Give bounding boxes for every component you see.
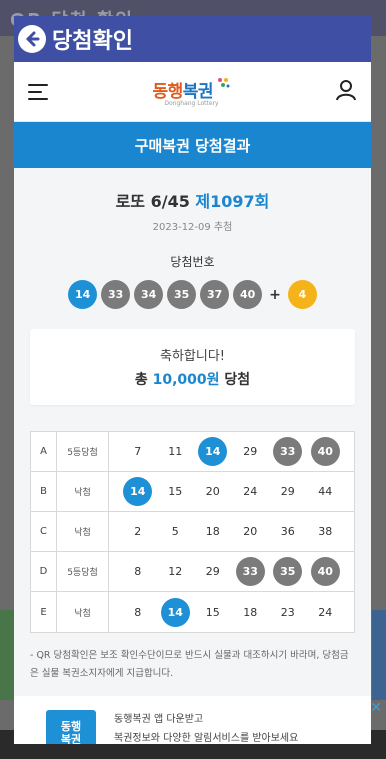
app-banner-line2: 복권정보와 다양한 알림서비스를 받아보세요: [114, 733, 299, 744]
menu-icon[interactable]: [28, 83, 48, 100]
winning-ball: 33: [101, 280, 131, 309]
background-ad-left: [0, 610, 14, 700]
app-icon-text-a: 동행: [60, 720, 82, 733]
app-icon-text-b: 복권: [60, 733, 82, 744]
ticket-number: 20: [205, 485, 220, 498]
ticket-number: 15: [205, 605, 220, 619]
ticket-number: 18: [205, 525, 220, 538]
ticket-number: 44: [318, 485, 333, 498]
winning-ball: 40: [233, 280, 263, 309]
bonus-ball: 4: [287, 280, 317, 309]
draw-date: 2023-12-09 추첨: [152, 222, 233, 233]
ad-close-icon[interactable]: ✕: [370, 700, 382, 716]
ticket-numbers: 7 11 14 29 33 40: [109, 437, 354, 466]
ticket-result: 낙첨: [57, 512, 109, 551]
user-button[interactable]: [335, 79, 357, 105]
ticket-number: 29: [205, 565, 220, 578]
background-ad-right: [372, 610, 386, 700]
ticket-result: 5등당첨: [57, 432, 109, 471]
section-banner: 구매복권 당첨결과: [14, 122, 371, 168]
site-nav: 동행복권 Donghang Lottery: [14, 62, 371, 122]
ticket-label: A: [31, 432, 57, 471]
prize-prefix: 총: [134, 372, 148, 388]
back-button[interactable]: [18, 25, 46, 53]
ticket-numbers: 8 12 29 33 35 40: [109, 557, 354, 586]
ticket-label: D: [31, 552, 57, 591]
logo-sparkle-icon: [218, 77, 230, 87]
ticket-number: 11: [168, 445, 183, 458]
ticket-number: 23: [280, 605, 295, 619]
ticket-number: 15: [168, 485, 183, 498]
result-card: 축하합니다! 총 10,000원 당첨: [30, 329, 355, 405]
ticket-number: 20: [243, 525, 258, 538]
ticket-number: 7: [134, 445, 142, 458]
draw-title: 로또 6/45 제1097회: [14, 188, 371, 212]
ticket-result: 낙첨: [57, 592, 109, 632]
winning-ball: 34: [134, 280, 164, 309]
ticket-number: 12: [168, 565, 183, 578]
ticket-number: 38: [318, 525, 333, 538]
ticket-row: D 5등당첨 8 12 29 33 35 40: [31, 552, 354, 592]
prize-suffix: 당첨: [224, 372, 251, 388]
ticket-number-matched: 14: [160, 597, 190, 627]
ticket-number-matched: 40: [310, 557, 340, 586]
ticket-result: 낙첨: [57, 472, 109, 511]
modal-title: 당첨확인: [52, 29, 133, 54]
ticket-number: 29: [243, 445, 258, 458]
ticket-number: 2: [134, 525, 142, 538]
ticket-number: 8: [134, 605, 142, 619]
congrats-text: 축하합니다!: [159, 349, 225, 364]
ticket-number: 5: [171, 525, 179, 538]
arrow-left-icon: [26, 31, 40, 47]
notice-text: - QR 당첨확인은 보조 확인수단이므로 반드시 실물과 대조하시기 바라며,…: [30, 650, 349, 679]
ticket-number-matched: 33: [235, 557, 265, 586]
ticket-number-matched: 40: [310, 437, 340, 466]
ticket-number-matched: 35: [273, 557, 303, 586]
draw-info: 로또 6/45 제1097회 2023-12-09 추첨 당첨번호 14 33 …: [14, 168, 371, 309]
ticket-numbers: 8 14 15 18 23 24: [109, 597, 354, 627]
prize-text: 총 10,000원 당첨: [30, 369, 355, 389]
logo-text: 동행복권: [153, 77, 231, 102]
logo-subtext: Donghang Lottery: [164, 99, 219, 107]
winning-numbers-label: 당첨번호: [170, 255, 215, 269]
win-check-modal: 당첨확인 동행복권 Donghang Lottery 구매복권 당첨결과 로또 …: [14, 16, 371, 744]
ticket-table: A 5등당첨 7 11 14 29 33 40 B 낙첨 14 15 20 24 29 44 C 낙첨 2 5 18 20…: [30, 431, 355, 633]
winning-ball: 35: [167, 280, 197, 309]
app-banner-line1: 동행복권 앱 다운받고: [114, 714, 204, 725]
winning-ball: 37: [200, 280, 230, 309]
ticket-label: E: [31, 592, 57, 632]
ticket-number: 18: [243, 605, 258, 619]
app-banner-text: 동행복권 앱 다운받고 복권정보와 다양한 알림서비스를 받아보세요: [114, 710, 298, 744]
winning-ball: 14: [68, 280, 98, 309]
ticket-row: A 5등당첨 7 11 14 29 33 40: [31, 432, 354, 472]
ticket-row: E 낙첨 8 14 15 18 23 24: [31, 592, 354, 632]
ticket-row: B 낙첨 14 15 20 24 29 44: [31, 472, 354, 512]
app-icon: 동행 복권: [46, 710, 96, 744]
ticket-number: 29: [280, 485, 295, 498]
ticket-number: 24: [243, 485, 258, 498]
logo-text-a: 동행: [152, 81, 184, 102]
app-download-banner[interactable]: 동행 복권 동행복권 앱 다운받고 복권정보와 다양한 알림서비스를 받아보세요: [14, 696, 371, 744]
prize-amount: 10,000원: [152, 372, 220, 388]
plus-sign: +: [269, 286, 281, 303]
ticket-row: C 낙첨 2 5 18 20 36 38: [31, 512, 354, 552]
ticket-label: C: [31, 512, 57, 551]
ticket-numbers: 14 15 20 24 29 44: [109, 477, 354, 506]
ticket-result: 5등당첨: [57, 552, 109, 591]
ticket-number-matched: 14: [198, 437, 228, 466]
logo-text-b: 복권: [182, 81, 214, 102]
winning-numbers: 14 33 34 35 37 40 + 4: [14, 280, 371, 309]
ticket-number-matched: 33: [273, 437, 303, 466]
ticket-number-matched: 14: [123, 477, 153, 506]
ticket-number: 36: [280, 525, 295, 538]
modal-header: 당첨확인: [14, 16, 371, 62]
ticket-number: 24: [318, 605, 333, 619]
ticket-numbers: 2 5 18 20 36 38: [109, 517, 354, 546]
game-name: 로또 6/45: [115, 192, 190, 211]
ticket-number: 8: [134, 565, 142, 578]
user-icon: [335, 79, 356, 100]
site-logo[interactable]: 동행복권 Donghang Lottery: [153, 77, 231, 107]
ticket-label: B: [31, 472, 57, 511]
draw-round: 제1097회: [195, 192, 270, 211]
